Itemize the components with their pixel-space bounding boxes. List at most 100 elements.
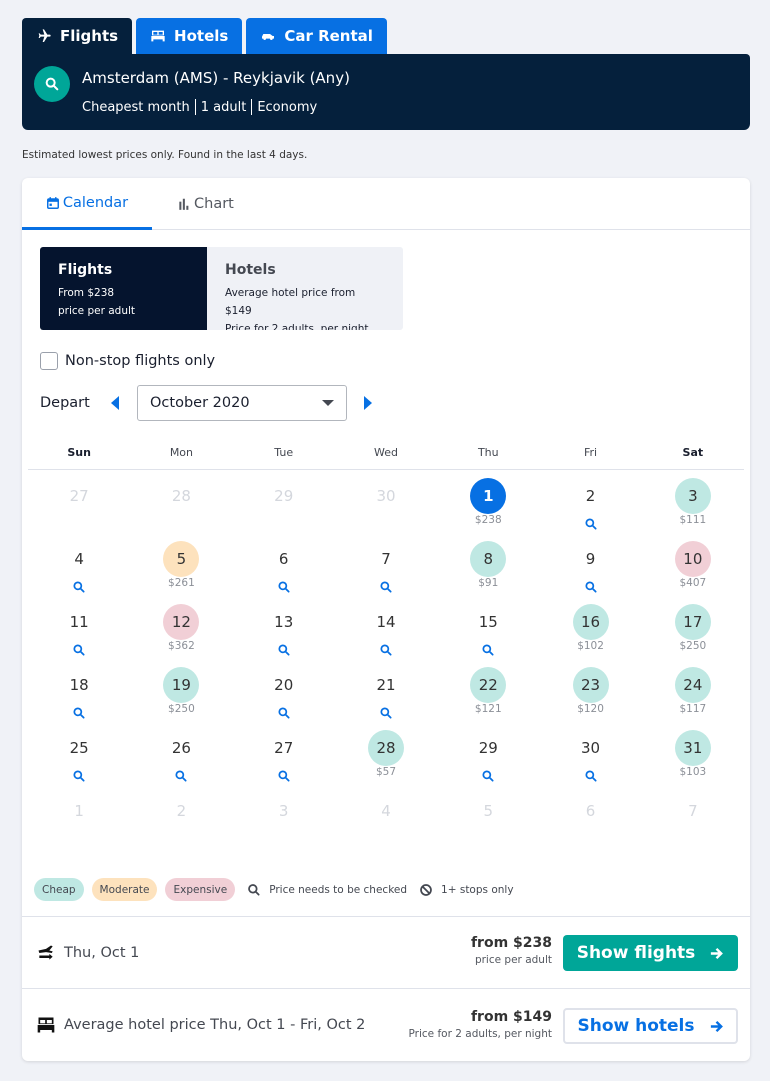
day-number: 7 — [381, 550, 391, 568]
next-month-button[interactable] — [361, 394, 375, 412]
calendar-day[interactable]: 6 — [233, 541, 335, 604]
previous-month-button[interactable] — [108, 394, 122, 412]
nonstop-filter[interactable]: Non-stop flights only — [40, 352, 215, 370]
search-icon — [584, 579, 598, 593]
search-icon — [277, 579, 291, 593]
weekday-label: Mon — [169, 446, 194, 459]
calendar-day[interactable]: 24 $117 — [642, 667, 744, 730]
hotels-summary-row: Average hotel price Thu, Oct 1 - Fri, Oc… — [22, 988, 750, 1060]
calendar-day[interactable]: 7 — [335, 541, 437, 604]
calendar-day[interactable]: 23 $120 — [539, 667, 641, 730]
mode-flights[interactable]: Flights From $238 price per adult — [40, 247, 207, 330]
show-flights-button[interactable]: Show flights — [563, 935, 738, 971]
calendar-day[interactable]: 15 — [437, 604, 539, 667]
hotels-price-note: Price for 2 adults, per night — [408, 1028, 552, 1040]
calendar-day[interactable]: 21 — [335, 667, 437, 730]
day-price: $121 — [474, 703, 502, 715]
calendar-day[interactable]: 5 $261 — [130, 541, 232, 604]
weekday-label: Thu — [477, 446, 499, 459]
mode-hotels[interactable]: Hotels Average hotel price from $149 Pri… — [207, 247, 403, 330]
bed-icon — [37, 1017, 55, 1033]
search-icon — [72, 705, 86, 719]
tab-chart[interactable]: Chart — [177, 178, 234, 230]
search-icon — [174, 768, 188, 782]
calendar-day[interactable]: 14 — [335, 604, 437, 667]
calendar-day[interactable]: 28 $57 — [335, 730, 437, 793]
calendar-day[interactable]: 13 — [233, 604, 335, 667]
calendar-day[interactable]: 31 $103 — [642, 730, 744, 793]
bar-chart-icon — [179, 198, 189, 210]
calendar-day[interactable]: 27 — [233, 730, 335, 793]
calendar-day[interactable]: 2 — [539, 478, 641, 541]
tab-chart-label: Chart — [194, 196, 234, 212]
day-price: $57 — [375, 766, 397, 778]
search-icon — [277, 768, 291, 782]
calendar-day[interactable]: 22 $121 — [437, 667, 539, 730]
tab-calendar[interactable]: Calendar — [22, 178, 152, 230]
calendar-grid: 27 28 29 30 1 $238 2 3 $111 4 5 $261 6 7 8 $91 9 10 $407 11… — [28, 478, 744, 856]
tab-flights[interactable]: Flights — [22, 18, 133, 54]
calendar-day[interactable]: 20 — [233, 667, 335, 730]
calendar-day[interactable]: 18 — [28, 667, 130, 730]
day-number: 13 — [274, 613, 294, 631]
calendar-day[interactable]: 3 $111 — [642, 478, 744, 541]
chevron-left-icon — [111, 396, 119, 410]
travellers: 1 adult — [200, 99, 247, 115]
calendar-day[interactable]: 1 $238 — [437, 478, 539, 541]
search-summary[interactable]: Amsterdam (AMS) - Reykjavik (Any) Cheape… — [22, 54, 750, 130]
calendar-day[interactable]: 26 — [130, 730, 232, 793]
search-icon — [277, 642, 291, 656]
search-icon — [584, 516, 598, 530]
day-number: 9 — [585, 550, 596, 568]
cabin-class: Economy — [257, 99, 318, 115]
day-number: 21 — [376, 676, 396, 694]
tab-car-rental[interactable]: Car Rental — [246, 18, 387, 54]
page: Flights Hotels Car Rental Amsterdam (AMS… — [0, 0, 770, 1081]
day-number: 28 — [367, 730, 404, 766]
calendar-day[interactable]: 11 — [28, 604, 130, 667]
calendar-day[interactable]: 16 $102 — [539, 604, 641, 667]
nonstop-checkbox[interactable] — [40, 352, 58, 370]
flights-price-note: price per adult — [474, 954, 552, 966]
calendar-day[interactable]: 12 $362 — [130, 604, 232, 667]
calendar-day[interactable]: 4 — [28, 541, 130, 604]
arrow-right-icon — [711, 947, 724, 959]
calendar-day[interactable]: 10 $407 — [642, 541, 744, 604]
search-icon — [379, 705, 393, 719]
flights-price-block: from $238 price per adult — [471, 935, 552, 966]
tab-hotels[interactable]: Hotels — [136, 18, 243, 54]
day-number: 24 — [674, 667, 711, 703]
calendar-day[interactable]: 9 — [539, 541, 641, 604]
day-number: 2 — [176, 802, 187, 820]
month-select[interactable]: October 2020 — [137, 385, 347, 421]
plane-icon — [38, 29, 51, 42]
calendar-day[interactable]: 8 $91 — [437, 541, 539, 604]
calendar-day-outside-month: 6 — [539, 793, 641, 856]
calendar-day[interactable]: 19 $250 — [130, 667, 232, 730]
search-icon — [72, 768, 86, 782]
calendar-day-outside-month: 5 — [437, 793, 539, 856]
day-number: 19 — [163, 667, 200, 703]
day-number: 31 — [674, 730, 711, 766]
day-number: 29 — [478, 739, 498, 757]
tab-flights-label: Flights — [60, 27, 119, 45]
calendar-day[interactable]: 29 — [437, 730, 539, 793]
day-number: 22 — [470, 667, 507, 703]
day-number: 29 — [274, 487, 294, 505]
day-number: 5 — [163, 541, 200, 577]
show-hotels-button[interactable]: Show hotels — [563, 1008, 738, 1044]
day-price: $250 — [679, 640, 707, 652]
depart-label: Depart — [40, 395, 90, 411]
calendar-day-outside-month: 29 — [233, 478, 335, 541]
calendar-day[interactable]: 30 — [539, 730, 641, 793]
mode-flights-price: From $238 — [58, 287, 115, 299]
day-price: $102 — [577, 640, 604, 652]
flights-from-price: from $238 — [470, 935, 552, 951]
tab-car-rental-label: Car Rental — [284, 27, 373, 45]
mode-hotels-note: Price for 2 adults, per night — [225, 323, 369, 330]
legend-expensive: Expensive — [165, 878, 236, 901]
search-icon — [481, 642, 495, 656]
calendar-day[interactable]: 25 — [28, 730, 130, 793]
search-button[interactable] — [34, 66, 70, 102]
calendar-day[interactable]: 17 $250 — [642, 604, 744, 667]
